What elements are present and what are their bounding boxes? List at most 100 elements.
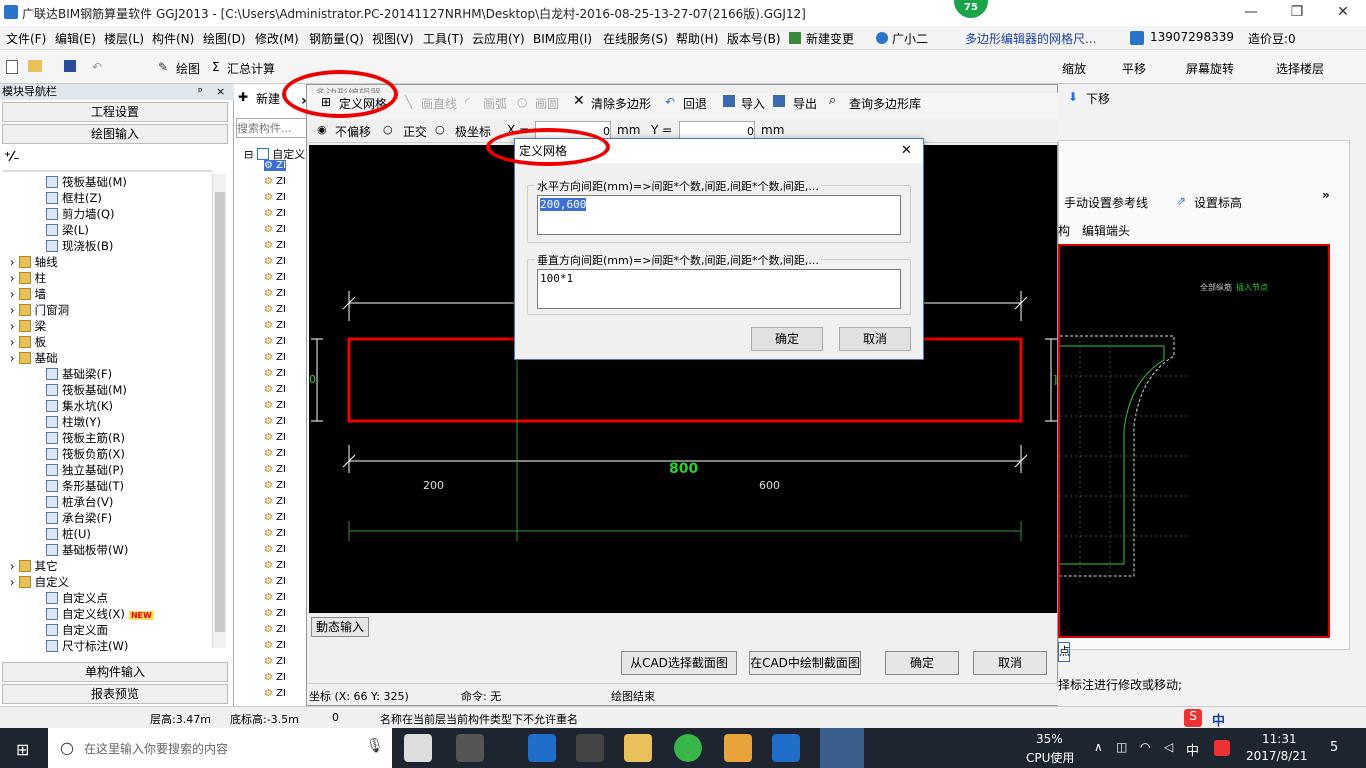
- tree-item[interactable]: 自定义面: [46, 622, 108, 638]
- glodon-g-icon[interactable]: [772, 734, 800, 762]
- manual-ref-button[interactable]: 手动设置参考线: [1064, 194, 1148, 211]
- new-file-icon[interactable]: [6, 60, 18, 74]
- component-list-item[interactable]: ⚙ ZI: [264, 224, 286, 235]
- tree-item[interactable]: 剪力墙(Q): [46, 206, 115, 222]
- import-button[interactable]: 导入: [741, 95, 765, 112]
- query-polygon-lib-button[interactable]: 查询多边形库: [849, 95, 921, 112]
- component-list-item[interactable]: ⚙ ZI: [264, 544, 286, 555]
- menu-cloud[interactable]: 云应用(Y): [472, 30, 525, 47]
- tree-folder[interactable]: › 墙: [10, 286, 46, 302]
- menu-tools[interactable]: 工具(T): [423, 30, 464, 47]
- component-list-item[interactable]: ⚙ ZI: [264, 336, 286, 347]
- sum-calc-button[interactable]: 汇总计算: [227, 60, 275, 77]
- component-list-item[interactable]: ⚙ ZI: [264, 208, 286, 219]
- move-down-button[interactable]: 下移: [1086, 90, 1110, 107]
- score-badge[interactable]: 75: [954, 0, 988, 18]
- tree-folder[interactable]: › 自定义: [10, 574, 69, 590]
- component-search-input[interactable]: [236, 118, 308, 138]
- tree-item[interactable]: 基础板带(W): [46, 542, 128, 558]
- menu-online[interactable]: 在线服务(S): [603, 30, 668, 47]
- expand-toggle-icon[interactable]: ›: [10, 575, 15, 589]
- v-spacing-input[interactable]: 100*1: [537, 269, 901, 309]
- menu-floor[interactable]: 楼层(L): [104, 30, 144, 47]
- expand-toggle-icon[interactable]: ›: [10, 351, 15, 365]
- tree-folder[interactable]: › 梁: [10, 318, 46, 334]
- component-list-item[interactable]: ⚙ ZI: [264, 432, 286, 443]
- tree-item[interactable]: 基础梁(F): [46, 366, 112, 382]
- expand-toggle-icon[interactable]: ›: [10, 271, 15, 285]
- draw-circle-button[interactable]: 画圆: [535, 95, 559, 112]
- helper-button[interactable]: 广小二: [892, 30, 928, 47]
- component-list-item[interactable]: ⚙ ZI: [264, 672, 286, 683]
- tray-network-icon[interactable]: ◫: [1116, 740, 1127, 754]
- pan-button[interactable]: 平移: [1122, 60, 1146, 77]
- component-list-item[interactable]: ⚙ ZI: [264, 272, 286, 283]
- component-list-item[interactable]: ⚙ ZI: [264, 528, 286, 539]
- notes-app-icon[interactable]: [724, 734, 752, 762]
- component-list-item[interactable]: ⚙ ZI: [264, 320, 286, 331]
- component-list-item[interactable]: ⚙ ZI: [264, 176, 286, 187]
- tree-folder[interactable]: › 基础: [10, 350, 58, 366]
- cost-beans[interactable]: 造价豆:0: [1248, 30, 1296, 47]
- component-list-item[interactable]: ⚙ ZI: [264, 496, 286, 507]
- point-button[interactable]: 点: [1058, 642, 1070, 662]
- taskview-icon[interactable]: [404, 734, 432, 762]
- new-component-button[interactable]: 新建: [256, 90, 280, 107]
- radio-ortho[interactable]: ○: [383, 123, 393, 136]
- clear-polygon-button[interactable]: 清除多边形: [591, 95, 651, 112]
- tree-folder[interactable]: › 板: [10, 334, 46, 350]
- menu-help[interactable]: 帮助(H): [676, 30, 718, 47]
- edge-browser-icon[interactable]: [528, 734, 556, 762]
- radio-polar[interactable]: ○: [435, 123, 445, 136]
- component-list-item[interactable]: ⚙ ZI: [264, 400, 286, 411]
- select-floor-button[interactable]: 选择楼层: [1276, 60, 1324, 77]
- menu-version[interactable]: 版本号(B): [727, 30, 781, 47]
- menu-view[interactable]: 视图(V): [372, 30, 414, 47]
- menu-edit[interactable]: 编辑(E): [55, 30, 96, 47]
- expand-toggle-icon[interactable]: ›: [10, 559, 15, 573]
- chevron-more-icon[interactable]: »: [1322, 188, 1330, 202]
- tree-item[interactable]: 柱墩(Y): [46, 414, 101, 430]
- component-list-item[interactable]: ⚙ ZI: [264, 192, 286, 203]
- component-list-item[interactable]: ⚙ ZI: [264, 688, 286, 699]
- new-change-button[interactable]: 新建变更: [806, 30, 854, 47]
- menu-rebar[interactable]: 钢筋量(Q): [309, 30, 364, 47]
- menu-modify[interactable]: 修改(M): [255, 30, 299, 47]
- menu-file[interactable]: 文件(F): [6, 30, 46, 47]
- component-list-item[interactable]: ⚙ ZI: [264, 368, 286, 379]
- component-list-item[interactable]: ⚙ ZI: [264, 656, 286, 667]
- tree-item[interactable]: 桩承台(V): [46, 494, 113, 510]
- file-explorer-icon[interactable]: [624, 734, 652, 762]
- from-cad-button[interactable]: 从CAD选择截面图: [621, 651, 737, 675]
- close-button[interactable]: ✕: [1320, 0, 1366, 26]
- tree-scroll-thumb[interactable]: [215, 192, 225, 632]
- tree-folder[interactable]: › 轴线: [10, 254, 58, 270]
- component-list-item[interactable]: ⚙ ZI: [264, 352, 286, 363]
- mic-icon[interactable]: 🎙: [366, 738, 384, 754]
- editor-ok-button[interactable]: 确定: [885, 651, 959, 675]
- preview-canvas[interactable]: 全部纵筋 插入节点: [1058, 244, 1330, 638]
- draw-arc-button[interactable]: 画弧: [483, 95, 507, 112]
- export-button[interactable]: 导出: [793, 95, 817, 112]
- zoom-button[interactable]: 缩放: [1062, 60, 1086, 77]
- menu-component[interactable]: 构件(N): [152, 30, 194, 47]
- tree-item[interactable]: 尺寸标注(W): [46, 638, 128, 654]
- menu-draw[interactable]: 绘图(D): [203, 30, 246, 47]
- app-icon-swirl[interactable]: [456, 734, 484, 762]
- tree-item[interactable]: 现浇板(B): [46, 238, 113, 254]
- ggj-app-icon-active[interactable]: [820, 728, 864, 768]
- h-spacing-input[interactable]: 200,600: [537, 195, 901, 235]
- dynamic-input-button[interactable]: 動态输入: [311, 617, 369, 637]
- draw-in-cad-button[interactable]: 在CAD中绘制截面图: [749, 651, 861, 675]
- expand-all-icon[interactable]: ⁺⁄₋: [4, 150, 20, 165]
- sogou-ime-icon[interactable]: S: [1184, 709, 1202, 727]
- expand-toggle-icon[interactable]: ›: [10, 303, 15, 317]
- edit-end-button[interactable]: 编辑端头: [1082, 222, 1130, 239]
- tray-wifi-icon[interactable]: ◠: [1140, 740, 1150, 754]
- tree-item[interactable]: 梁(L): [46, 222, 89, 238]
- tree-item[interactable]: 自定义线(X) NEW: [46, 606, 154, 622]
- component-list-item[interactable]: ⚙ ZI: [264, 624, 286, 635]
- menu-bim[interactable]: BIM应用(I): [533, 30, 592, 47]
- editor-cancel-button[interactable]: 取消: [973, 651, 1047, 675]
- tray-sogou-icon[interactable]: [1214, 740, 1230, 756]
